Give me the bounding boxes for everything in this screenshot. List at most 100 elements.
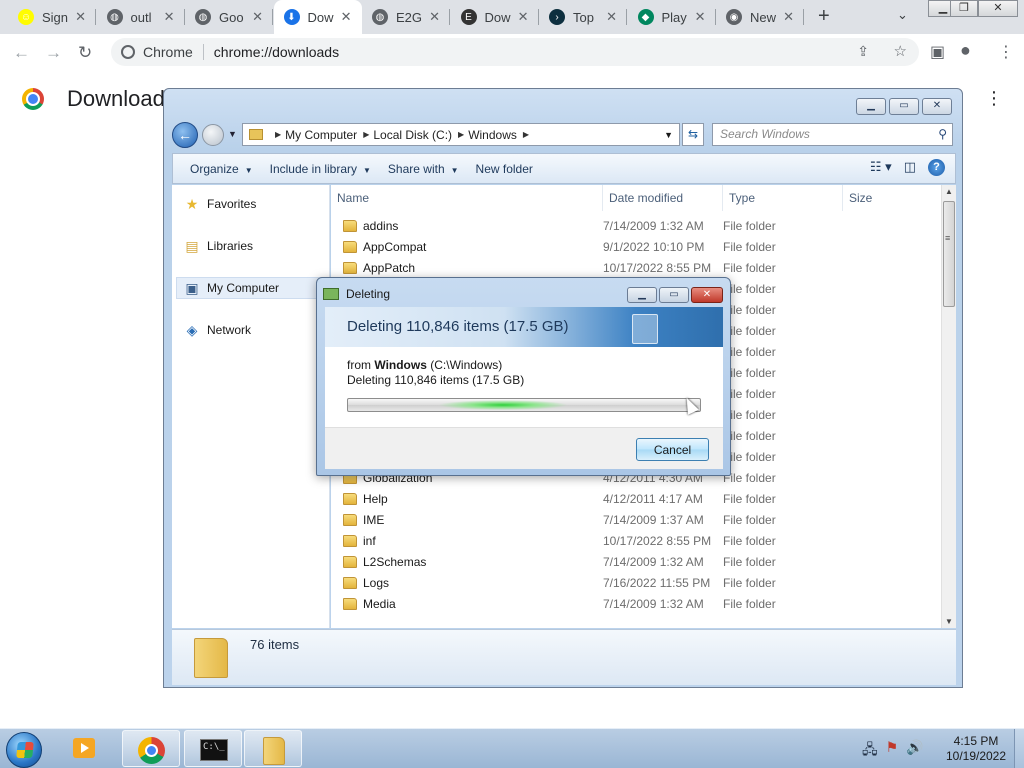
dialog-close-icon[interactable]: ✕ — [691, 287, 723, 303]
share-icon[interactable]: ⇪ — [857, 43, 869, 60]
taskbar-command-prompt[interactable]: C:\_ — [184, 730, 242, 767]
preview-pane-icon[interactable]: ◫ — [904, 159, 916, 176]
breadcrumb-local-disk[interactable]: Local Disk (C:) — [373, 128, 452, 142]
breadcrumb-arrow-icon[interactable]: ▶ — [275, 130, 281, 139]
column-header-name[interactable]: Name — [331, 185, 603, 211]
include-in-library-button[interactable]: Include in library ▼ — [270, 162, 371, 176]
file-row[interactable]: addins 7/14/2009 1:32 AM File folder — [331, 216, 941, 237]
file-row[interactable]: IME 7/14/2009 1:37 AM File folder — [331, 510, 941, 531]
breadcrumb-arrow-icon[interactable]: ▶ — [363, 130, 369, 139]
omnibox-url[interactable]: chrome://downloads — [214, 44, 339, 60]
tab-close-icon[interactable]: ✕ — [606, 9, 617, 25]
scroll-up-icon[interactable]: ▲ — [945, 187, 953, 196]
browser-tab[interactable]: ◍ outl ✕ — [97, 0, 185, 34]
tab-close-icon[interactable]: ✕ — [341, 9, 352, 25]
refresh-icon[interactable]: ⇆ — [682, 123, 704, 146]
tab-close-icon[interactable]: ✕ — [783, 9, 794, 25]
profile-avatar-icon[interactable]: ● — [960, 40, 971, 61]
volume-icon[interactable]: 🔊 — [906, 739, 923, 763]
close-icon[interactable]: ✕ — [978, 0, 1018, 17]
tab-close-icon[interactable]: ✕ — [252, 9, 263, 25]
clock-time: 4:15 PM — [953, 734, 999, 748]
show-desktop-button[interactable] — [1014, 729, 1024, 768]
nav-item-libraries[interactable]: ▤ Libraries — [184, 239, 253, 253]
breadcrumb-arrow-icon[interactable]: ▶ — [523, 130, 529, 139]
explorer-back-icon[interactable]: ← — [172, 122, 198, 148]
browser-tab[interactable]: ◆ Play ✕ — [628, 0, 716, 34]
new-folder-button[interactable]: New folder — [476, 162, 533, 176]
search-input[interactable]: Search Windows ⚲ — [712, 123, 953, 146]
browser-tab[interactable]: ⬇ Dow ✕ — [273, 0, 362, 34]
file-row[interactable]: Help 4/12/2011 4:17 AM File folder — [331, 489, 941, 510]
breadcrumb-my-computer[interactable]: My Computer — [285, 128, 357, 142]
browser-tab[interactable]: ◍ Goo ✕ — [185, 0, 273, 34]
taskbar-media-player[interactable] — [60, 730, 118, 767]
file-row[interactable]: AppCompat 9/1/2022 10:10 PM File folder — [331, 237, 941, 258]
tab-close-icon[interactable]: ✕ — [164, 9, 175, 25]
side-panel-icon[interactable]: ▣ — [930, 42, 945, 62]
tab-close-icon[interactable]: ✕ — [75, 9, 86, 25]
start-button[interactable] — [6, 732, 42, 768]
taskbar-explorer[interactable] — [244, 730, 302, 767]
file-row[interactable]: L2Schemas 7/14/2009 1:32 AM File folder — [331, 552, 941, 573]
taskbar-clock[interactable]: 4:15 PM 10/19/2022 — [936, 734, 1016, 764]
breadcrumb-windows[interactable]: Windows — [468, 128, 517, 142]
nav-item-network[interactable]: ◈ Network — [184, 323, 251, 337]
navigation-pane: ★ Favorites ▤ Libraries ▣ My Computer ◈ … — [172, 185, 330, 628]
share-with-button[interactable]: Share with ▼ — [388, 162, 459, 176]
tab-close-icon[interactable]: ✕ — [429, 9, 440, 25]
omnibox[interactable]: Chrome chrome://downloads ⇪ ☆ — [111, 38, 919, 66]
change-view-icon[interactable]: ☷ ▾ — [870, 159, 892, 176]
forward-arrow-icon[interactable]: → — [45, 43, 62, 63]
browser-menu-icon[interactable]: ⋮ — [998, 42, 1014, 62]
nav-item-favorites[interactable]: ★ Favorites — [184, 197, 257, 211]
file-row[interactable]: Media 7/14/2009 1:32 AM File folder — [331, 594, 941, 615]
reload-icon[interactable]: ↻ — [78, 43, 92, 63]
dialog-body: from Windows (C:\Windows) Deleting 110,8… — [325, 347, 723, 427]
explorer-close-icon[interactable]: ✕ — [922, 98, 952, 115]
back-arrow-icon[interactable]: ← — [13, 43, 30, 63]
file-row[interactable]: inf 10/17/2022 8:55 PM File folder — [331, 531, 941, 552]
recent-pages-chevron-icon[interactable]: ▼ — [228, 129, 237, 139]
action-center-icon[interactable]: ⚑ — [886, 739, 899, 763]
scroll-thumb[interactable] — [943, 201, 955, 307]
browser-tab[interactable]: ◉ New ✕ — [716, 0, 804, 34]
restore-icon[interactable]: ❐ — [950, 0, 978, 17]
nav-item-my-computer[interactable]: ▣ My Computer — [184, 281, 279, 295]
tab-close-icon[interactable]: ✕ — [695, 9, 706, 25]
explorer-minimize-icon[interactable]: ▁ — [856, 98, 886, 115]
new-tab-button[interactable]: + — [818, 5, 830, 28]
vertical-scrollbar[interactable]: ▲ ≡ ▼ — [941, 185, 956, 628]
browser-tab[interactable]: › Top ✕ — [539, 0, 627, 34]
column-header-size[interactable]: Size — [843, 185, 941, 211]
search-icon[interactable]: ⚲ — [938, 124, 947, 145]
organize-button[interactable]: Organize ▼ — [190, 162, 253, 176]
explorer-forward-icon[interactable] — [202, 124, 224, 146]
bookmark-star-icon[interactable]: ☆ — [894, 42, 907, 60]
file-row[interactable]: Logs 7/16/2022 11:55 PM File folder — [331, 573, 941, 594]
scroll-down-icon[interactable]: ▼ — [945, 617, 953, 626]
browser-tab[interactable]: ☺ Sign ✕ — [8, 0, 96, 34]
column-header-date[interactable]: Date modified — [603, 185, 723, 211]
browser-tab[interactable]: ◍ E2G ✕ — [362, 0, 450, 34]
address-bar[interactable]: ▶ My Computer ▶ Local Disk (C:) ▶ Window… — [242, 123, 680, 146]
explorer-maximize-icon[interactable]: ▭ — [889, 98, 919, 115]
breadcrumb-arrow-icon[interactable]: ▶ — [458, 130, 464, 139]
file-name: Logs — [363, 576, 390, 590]
tab-close-icon[interactable]: ✕ — [518, 9, 529, 25]
column-header-type[interactable]: Type — [723, 185, 843, 211]
cancel-button[interactable]: Cancel — [636, 438, 709, 461]
more-options-icon[interactable]: ⋮ — [985, 88, 1003, 109]
browser-tab[interactable]: E Dow ✕ — [451, 0, 539, 34]
taskbar: C:\_ 🖧 ⚑ 🔊 4:15 PM 10/19/2022 — [0, 728, 1024, 768]
taskbar-chrome[interactable] — [122, 730, 180, 767]
network-tray-icon[interactable]: 🖧 — [862, 739, 878, 763]
chrome-logo-icon — [22, 88, 44, 110]
dialog-maximize-icon[interactable]: ▭ — [659, 287, 689, 303]
help-icon[interactable]: ? — [928, 159, 945, 176]
file-row[interactable]: AppPatch 10/17/2022 8:55 PM File folder — [331, 258, 941, 279]
tab-title: Dow — [307, 9, 334, 25]
address-dropdown-icon[interactable]: ▼ — [664, 130, 673, 140]
tab-search-chevron-icon[interactable]: ⌄ — [897, 7, 908, 23]
dialog-minimize-icon[interactable]: ▁ — [627, 287, 657, 303]
